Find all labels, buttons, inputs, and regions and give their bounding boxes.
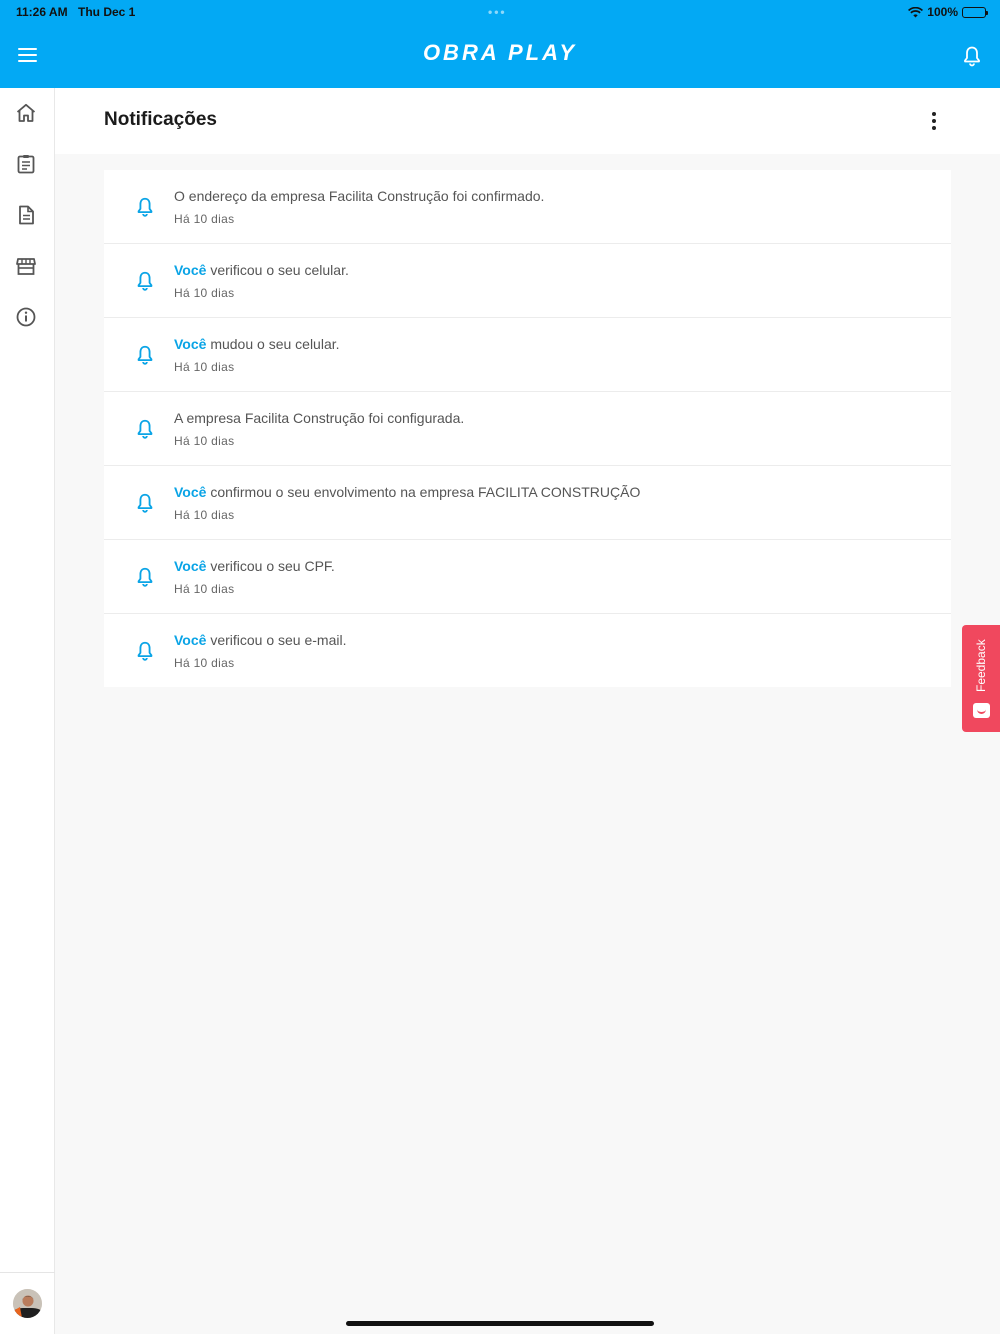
more-options-icon[interactable]	[923, 110, 943, 132]
home-icon[interactable]	[14, 101, 38, 125]
info-icon[interactable]	[14, 305, 38, 329]
user-avatar-icon	[13, 1289, 42, 1318]
notifications-bell-icon[interactable]	[960, 44, 984, 68]
battery-percent: 100%	[927, 5, 958, 19]
app-header: 11:26 AM Thu Dec 1 ••• 100% OBRA PLAY	[0, 0, 1000, 88]
document-icon[interactable]	[14, 203, 38, 227]
page-title: Notificações	[104, 109, 217, 130]
notification-time: Há 10 dias	[174, 434, 235, 448]
multitasking-dots-icon[interactable]: •••	[488, 5, 507, 19]
notification-time: Há 10 dias	[174, 212, 235, 226]
notification-item[interactable]: O endereço da empresa Facilita Construçã…	[104, 170, 951, 244]
status-date: Thu Dec 1	[78, 5, 136, 19]
status-bar: 11:26 AM Thu Dec 1 ••• 100%	[0, 5, 1000, 19]
notification-text: Você verificou o seu CPF.	[174, 558, 335, 574]
notification-message: O endereço da empresa Facilita Construçã…	[174, 188, 545, 204]
menu-icon[interactable]	[18, 46, 38, 62]
wifi-icon	[908, 6, 924, 17]
notification-actor[interactable]: Você	[174, 336, 206, 352]
feedback-label: Feedback	[974, 639, 988, 693]
sidebar-divider	[0, 1272, 55, 1273]
notification-text: Você confirmou o seu envolvimento na emp…	[174, 484, 640, 500]
notification-time: Há 10 dias	[174, 508, 235, 522]
notification-text: Você verificou o seu e-mail.	[174, 632, 347, 648]
notification-actor[interactable]: Você	[174, 484, 206, 500]
notification-item[interactable]: Você confirmou o seu envolvimento na emp…	[104, 466, 951, 540]
notification-message: verificou o seu e-mail.	[206, 632, 347, 648]
bell-icon	[137, 493, 153, 513]
bell-icon	[137, 271, 153, 291]
notification-text: O endereço da empresa Facilita Construçã…	[174, 188, 544, 204]
notification-item[interactable]: Você verificou o seu e-mail. Há 10 dias	[104, 614, 951, 687]
feedback-button[interactable]: Feedback	[962, 625, 1000, 732]
notification-actor[interactable]: Você	[174, 558, 206, 574]
notification-text: Você verificou o seu celular.	[174, 262, 349, 278]
notification-item[interactable]: A empresa Facilita Construção foi config…	[104, 392, 951, 466]
status-time: 11:26 AM	[16, 5, 68, 19]
bell-icon	[137, 419, 153, 439]
bell-icon	[137, 197, 153, 217]
notification-list: O endereço da empresa Facilita Construçã…	[104, 170, 951, 687]
sidebar	[0, 88, 55, 1334]
brand-logo: OBRA PLAY	[422, 40, 578, 65]
notification-message: verificou o seu celular.	[206, 262, 349, 278]
notification-time: Há 10 dias	[174, 656, 235, 670]
home-indicator[interactable]	[346, 1321, 654, 1326]
store-icon[interactable]	[14, 254, 38, 278]
notification-time: Há 10 dias	[174, 360, 235, 374]
notification-message: mudou o seu celular.	[206, 336, 340, 352]
clipboard-icon[interactable]	[14, 152, 38, 176]
bell-icon	[137, 345, 153, 365]
battery-icon	[962, 6, 988, 18]
page-header: Notificações	[55, 88, 1000, 154]
status-right: 100%	[908, 5, 988, 19]
bell-icon	[137, 567, 153, 587]
notification-text: A empresa Facilita Construção foi config…	[174, 410, 464, 426]
notification-time: Há 10 dias	[174, 582, 235, 596]
notification-time: Há 10 dias	[174, 286, 235, 300]
feedback-smile-icon	[973, 703, 990, 718]
notification-message: verificou o seu CPF.	[206, 558, 335, 574]
notification-item[interactable]: Você mudou o seu celular. Há 10 dias	[104, 318, 951, 392]
notification-actor[interactable]: Você	[174, 262, 206, 278]
notification-message: A empresa Facilita Construção foi config…	[174, 410, 465, 426]
bell-icon	[137, 641, 153, 661]
avatar[interactable]	[13, 1289, 42, 1318]
notification-item[interactable]: Você verificou o seu celular. Há 10 dias	[104, 244, 951, 318]
notification-text: Você mudou o seu celular.	[174, 336, 340, 352]
notification-actor[interactable]: Você	[174, 632, 206, 648]
notification-message: confirmou o seu envolvimento na empresa …	[206, 484, 641, 500]
notification-item[interactable]: Você verificou o seu CPF. Há 10 dias	[104, 540, 951, 614]
